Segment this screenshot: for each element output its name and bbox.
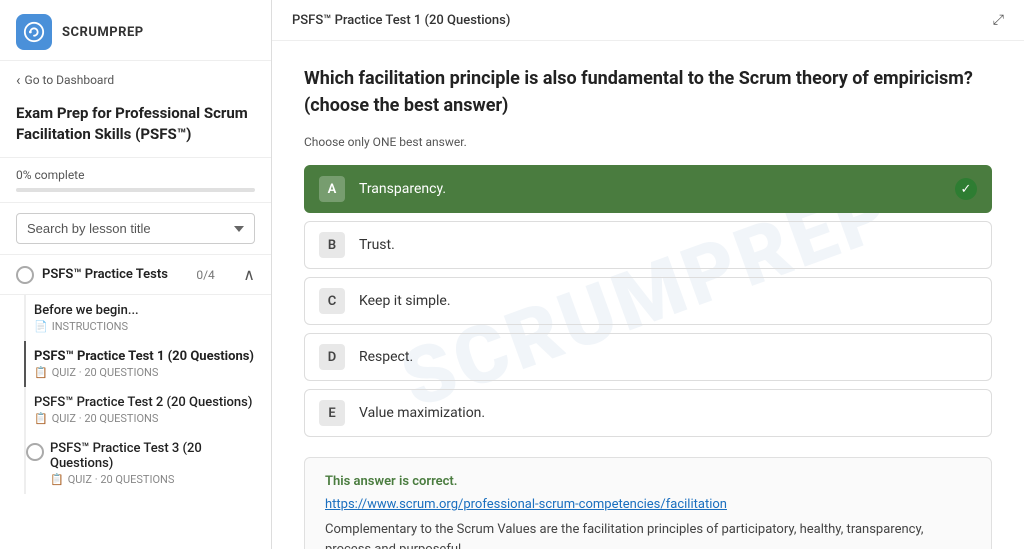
list-item[interactable]: PSFS™ Practice Test 3 (20 Questions) 📋 Q… [24, 433, 255, 494]
lesson-item-title: Before we begin... [34, 303, 255, 318]
list-item[interactable]: PSFS™ Practice Test 1 (20 Questions) 📋 Q… [24, 341, 255, 387]
answer-letter-e: E [319, 400, 345, 426]
list-item[interactable]: Before we begin... 📄 INSTRUCTIONS [24, 295, 255, 341]
question-instruction: Choose only ONE best answer. [304, 135, 992, 149]
group-header[interactable]: PSFS™ Practice Tests 0/4 ∧ [0, 255, 271, 295]
question-text: Which facilitation principle is also fun… [304, 65, 992, 119]
group-toggle-icon[interactable]: ∧ [243, 265, 255, 284]
group-circle-icon [16, 266, 34, 284]
lesson-item-meta: 📋 QUIZ · 20 QUESTIONS [34, 366, 255, 379]
feedback-link[interactable]: https://www.scrum.org/professional-scrum… [325, 497, 971, 512]
lesson-group: PSFS™ Practice Tests 0/4 ∧ Before we beg… [0, 255, 271, 549]
content-wrap: Which facilitation principle is also fun… [304, 65, 992, 549]
answer-letter-b: B [319, 232, 345, 258]
course-title: Exam Prep for Professional Scrum Facilit… [0, 95, 271, 158]
search-section[interactable]: Search by lesson title [0, 203, 271, 255]
feedback-correct-label: This answer is correct. [325, 474, 971, 489]
progress-bar-track [16, 188, 255, 192]
feedback-description: Complementary to the Scrum Values are th… [325, 520, 971, 549]
answer-options: A Transparency. ✓ B Trust. C Keep it sim… [304, 165, 992, 437]
main-header: PSFS™ Practice Test 1 (20 Questions) ⤢ [272, 0, 1024, 41]
main-content: PSFS™ Practice Test 1 (20 Questions) ⤢ S… [272, 0, 1024, 549]
answer-text-e: Value maximization. [359, 405, 977, 421]
group-count: 0/4 [196, 268, 214, 282]
lesson-search-select[interactable]: Search by lesson title [16, 213, 255, 244]
progress-text: 0% complete [16, 168, 255, 182]
correct-checkmark-icon: ✓ [955, 178, 977, 200]
answer-option-a[interactable]: A Transparency. ✓ [304, 165, 992, 213]
quiz-icon: 📋 [34, 366, 48, 379]
sidebar-header: SCRUMPREP [0, 0, 271, 61]
circle-icon [26, 443, 44, 461]
lesson-item-meta: 📋 QUIZ · 20 QUESTIONS [50, 473, 255, 486]
list-item[interactable]: PSFS™ Practice Test 2 (20 Questions) 📋 Q… [24, 387, 255, 433]
main-body: SCRUMPREP Which facilitation principle i… [272, 41, 1024, 549]
quiz-icon: 📋 [34, 412, 48, 425]
answer-option-d[interactable]: D Respect. [304, 333, 992, 381]
back-nav[interactable]: Go to Dashboard [0, 61, 271, 95]
lesson-item-meta: 📋 QUIZ · 20 QUESTIONS [34, 412, 255, 425]
answer-option-b[interactable]: B Trust. [304, 221, 992, 269]
answer-text-b: Trust. [359, 237, 977, 253]
main-header-title: PSFS™ Practice Test 1 (20 Questions) [292, 13, 510, 28]
answer-letter-d: D [319, 344, 345, 370]
logo-text: SCRUMPREP [62, 25, 144, 40]
answer-option-e[interactable]: E Value maximization. [304, 389, 992, 437]
sidebar: SCRUMPREP Go to Dashboard Exam Prep for … [0, 0, 272, 549]
answer-letter-a: A [319, 176, 345, 202]
answer-option-c[interactable]: C Keep it simple. [304, 277, 992, 325]
lesson-item-meta: 📄 INSTRUCTIONS [34, 320, 255, 333]
answer-text-d: Respect. [359, 349, 977, 365]
progress-section: 0% complete [0, 158, 271, 203]
answer-letter-c: C [319, 288, 345, 314]
back-link[interactable]: Go to Dashboard [16, 71, 255, 89]
doc-icon: 📄 [34, 320, 48, 333]
feedback-box: This answer is correct. https://www.scru… [304, 457, 992, 549]
group-title: PSFS™ Practice Tests [42, 267, 168, 282]
lesson-item-title: PSFS™ Practice Test 3 (20 Questions) [50, 441, 255, 471]
lesson-item-title: PSFS™ Practice Test 2 (20 Questions) [34, 395, 255, 410]
lesson-items-list: Before we begin... 📄 INSTRUCTIONS PSFS™ … [0, 295, 271, 494]
answer-text-a: Transparency. [359, 181, 955, 197]
logo-icon [16, 14, 52, 50]
answer-text-c: Keep it simple. [359, 293, 977, 309]
group-left: PSFS™ Practice Tests [16, 266, 168, 284]
quiz-icon: 📋 [50, 473, 64, 486]
expand-icon[interactable]: ⤢ [993, 12, 1004, 28]
lesson-item-title: PSFS™ Practice Test 1 (20 Questions) [34, 349, 255, 364]
question-subtext: (choose the best answer) [304, 95, 508, 116]
